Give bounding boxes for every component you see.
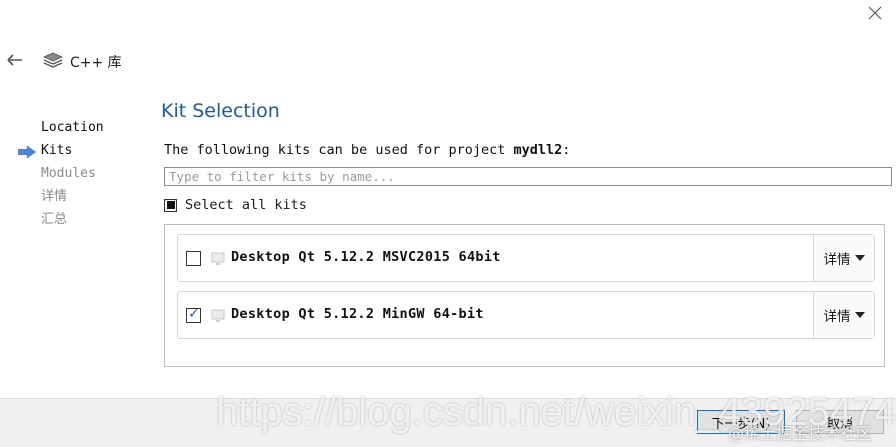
current-step-arrow-icon: [18, 145, 36, 159]
back-button[interactable]: [6, 52, 24, 68]
select-all-kits-label: Select all kits: [185, 197, 307, 213]
library-icon: [43, 52, 63, 70]
next-button[interactable]: 下一步(N): [697, 410, 785, 434]
close-icon: [868, 6, 882, 20]
kit-row: Desktop Qt 5.12.2 MinGW 64-bit 详情: [177, 291, 875, 339]
back-arrow-icon: [7, 54, 22, 66]
description-suffix: :: [562, 142, 571, 158]
chevron-down-icon: [854, 255, 865, 261]
step-kits-label: Kits: [41, 143, 73, 158]
kits-list: Desktop Qt 5.12.2 MSVC2015 64bit 详情 Desk…: [164, 224, 885, 367]
project-name: mydll2: [513, 142, 563, 158]
page-title: Kit Selection: [161, 100, 280, 122]
kit-name: Desktop Qt 5.12.2 MinGW 64-bit: [231, 306, 484, 322]
kit-name: Desktop Qt 5.12.2 MSVC2015 64bit: [231, 249, 501, 265]
kit-details-label: 详情: [823, 252, 851, 268]
close-button[interactable]: [866, 4, 884, 22]
kits-description: The following kits can be used for proje…: [164, 142, 570, 158]
kit-filter-input[interactable]: [164, 167, 892, 186]
step-modules: Modules: [41, 166, 96, 181]
kit-details-button[interactable]: 详情: [813, 235, 874, 281]
kit-details-button[interactable]: 详情: [813, 292, 874, 338]
chevron-down-icon: [854, 312, 865, 318]
step-summary: 汇总: [41, 212, 68, 227]
description-text: The following kits can be used for proje…: [164, 142, 514, 158]
desktop-monitor-icon: [211, 309, 225, 322]
kit-checkbox[interactable]: [186, 306, 201, 323]
kit-checkbox[interactable]: [186, 251, 201, 266]
wizard-steps: Location Kits Modules 详情 汇总: [0, 118, 150, 233]
select-all-kits-checkbox[interactable]: Select all kits: [164, 196, 307, 214]
kit-details-label: 详情: [823, 309, 851, 325]
kit-row: Desktop Qt 5.12.2 MSVC2015 64bit 详情: [177, 234, 875, 282]
step-details: 详情: [41, 189, 68, 204]
tristate-checkbox-icon[interactable]: [164, 198, 177, 212]
cancel-button[interactable]: 取消: [796, 410, 884, 434]
wizard-title: C++ 库: [70, 55, 122, 71]
desktop-monitor-icon: [211, 252, 225, 265]
step-location: Location: [41, 120, 104, 135]
step-kits: Kits: [0, 141, 150, 164]
